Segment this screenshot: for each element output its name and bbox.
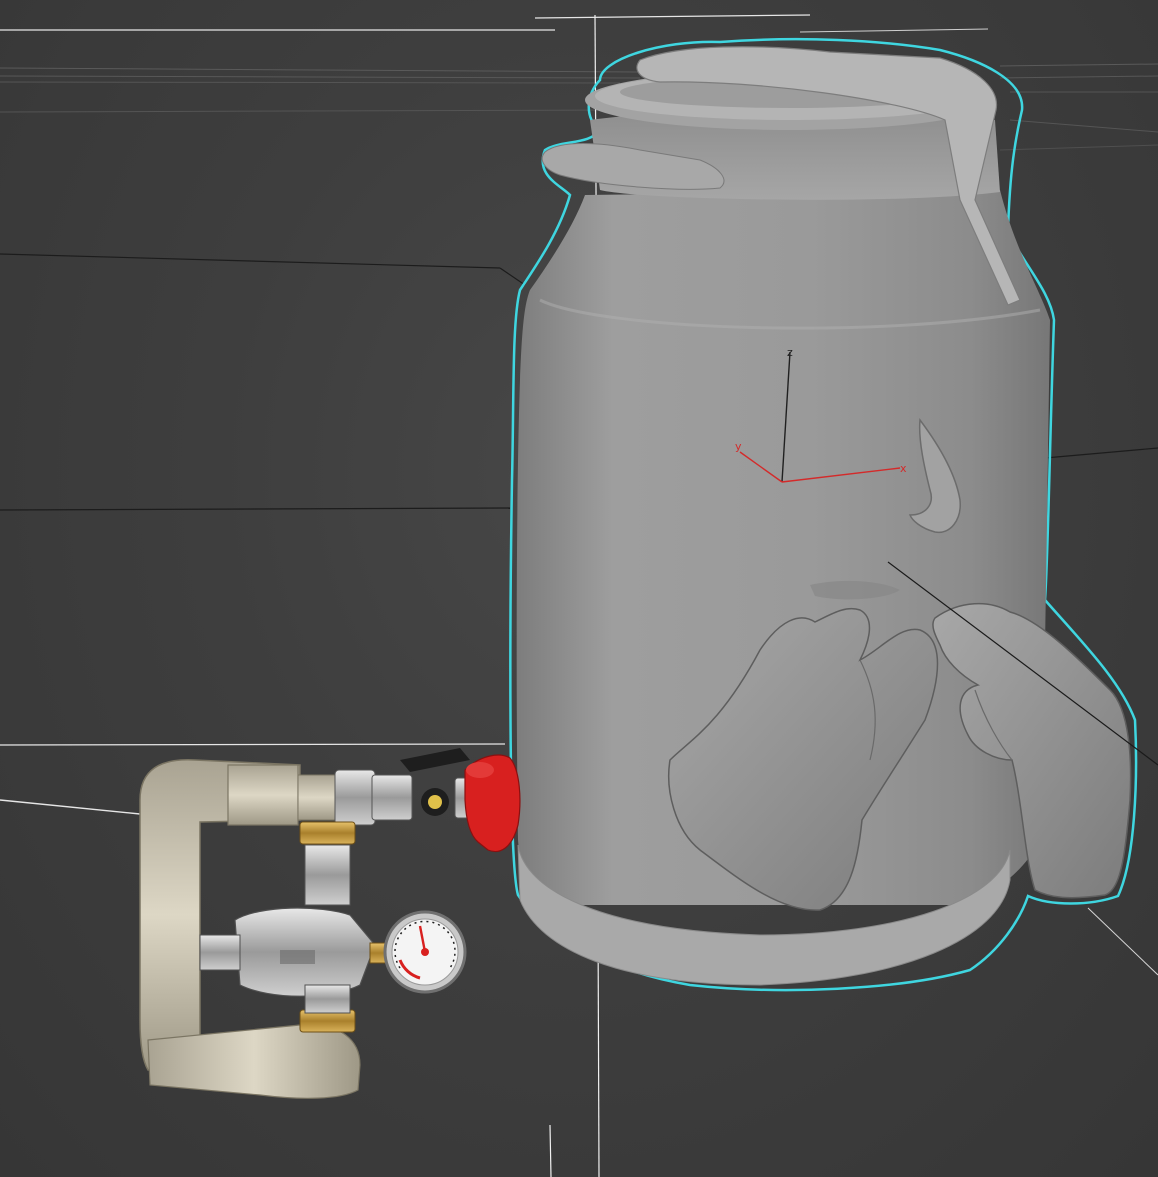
pipe-coupling [227,764,299,826]
gizmo-x-label: x [900,462,907,475]
pressure-gauge-icon [369,910,467,994]
brass-nut-upper [299,821,356,845]
3d-viewport[interactable]: z x y [0,0,1158,1177]
steel-union [334,769,376,826]
milk-can-object[interactable] [509,37,1138,992]
gizmo-y-label: y [735,440,742,453]
gizmo-z-label: z [787,346,793,359]
steel-pipe-vertical [304,844,351,906]
valve-knob-badge [428,795,442,809]
pipe-segment [297,774,341,821]
viewport-canvas[interactable]: z x y [0,0,1158,1177]
valve-assembly-object[interactable] [139,748,521,1099]
steel-valve-body [371,774,413,821]
valve-lever[interactable] [400,748,470,772]
